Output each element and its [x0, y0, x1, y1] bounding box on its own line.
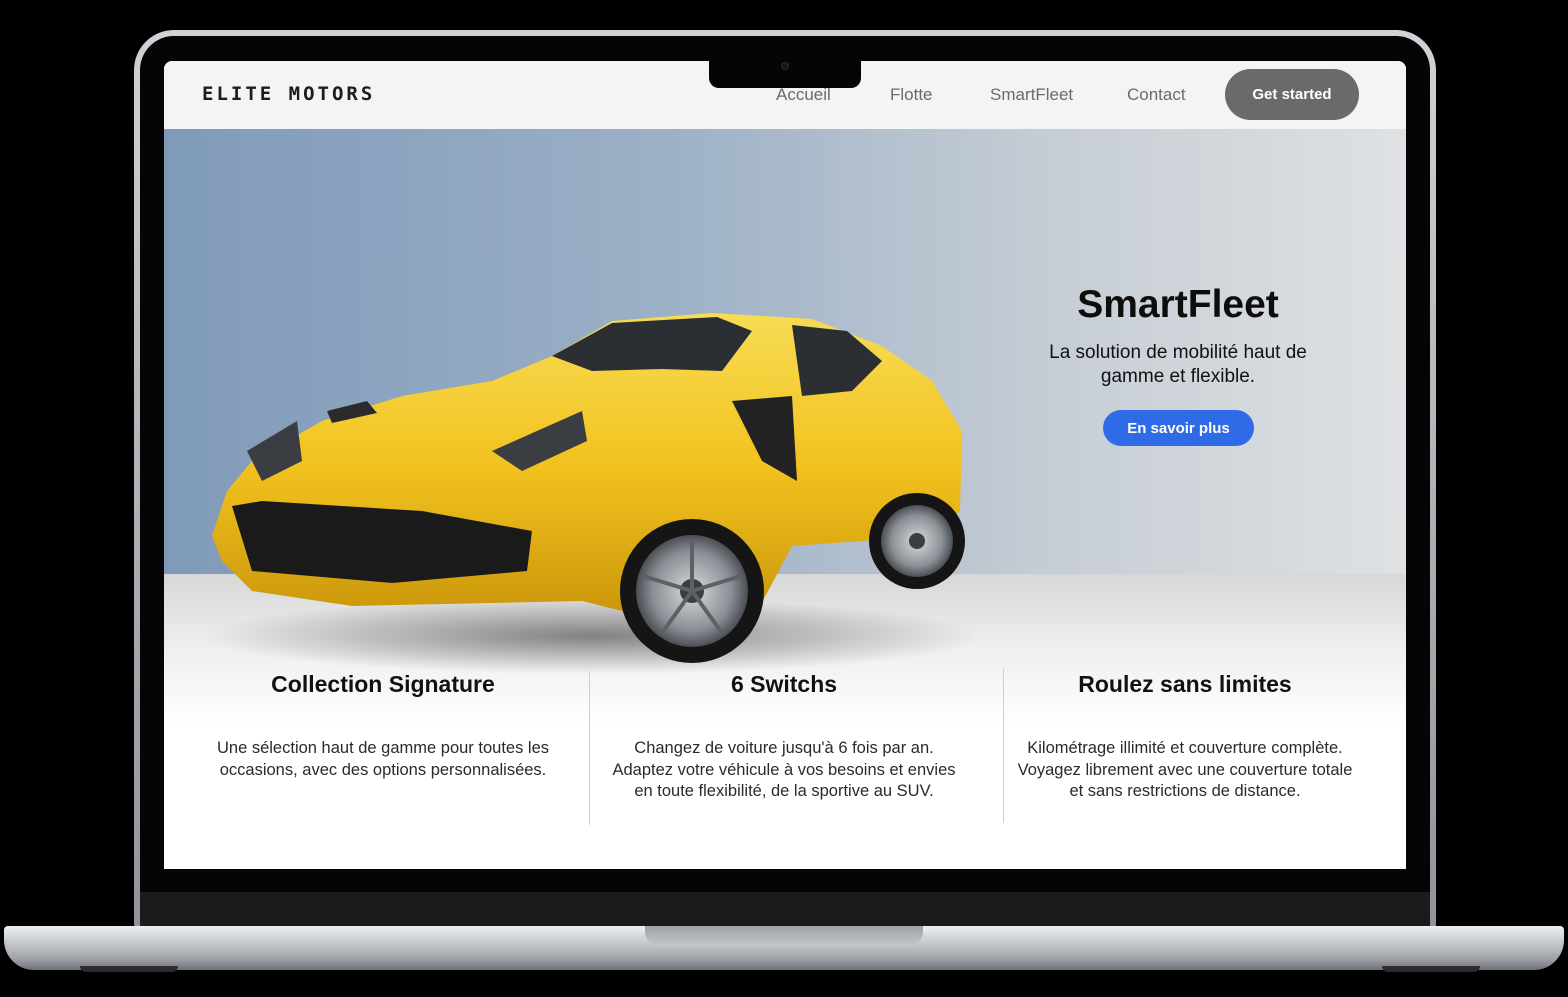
feature-title: Collection Signature: [271, 671, 495, 697]
laptop-foot-left: [80, 966, 178, 972]
nav-link-contact[interactable]: Contact: [1127, 85, 1186, 105]
hero-subtitle: La solution de mobilité haut de gamme et…: [1049, 342, 1307, 387]
camera-icon: [781, 62, 789, 70]
feature-divider: [589, 671, 590, 825]
hero-title: SmartFleet: [1077, 283, 1279, 326]
feature-title: 6 Switchs: [730, 671, 838, 697]
nav-link-flotte[interactable]: Flotte: [890, 85, 933, 105]
camera-notch: [709, 56, 861, 88]
feature-6-switchs: 6 Switchs Changez de voiture jusqu'à 6 f…: [604, 671, 964, 803]
website-screen: ELITE MOTORS Accueil Flotte SmartFleet C…: [164, 61, 1406, 869]
get-started-button[interactable]: Get started: [1225, 69, 1359, 120]
feature-divider: [1003, 669, 1004, 823]
nav-link-accueil[interactable]: Accueil: [776, 85, 831, 105]
feature-text: Changez de voiture jusqu'à 6 fois par an…: [612, 739, 956, 800]
feature-text: Une sélection haut de gamme pour toutes …: [216, 739, 550, 779]
nav-link-smartfleet[interactable]: SmartFleet: [990, 85, 1073, 105]
laptop-chin: [140, 892, 1430, 926]
feature-roulez-sans-limites: Roulez sans limites Kilométrage illimité…: [1016, 671, 1354, 803]
sports-car-image: [202, 313, 972, 674]
learn-more-button[interactable]: En savoir plus: [1103, 410, 1254, 446]
feature-text: Kilométrage illimité et couverture compl…: [1017, 739, 1353, 800]
brand-logo[interactable]: ELITE MOTORS: [202, 83, 375, 105]
feature-collection-signature: Collection Signature Une sélection haut …: [192, 671, 574, 781]
laptop-foot-right: [1382, 966, 1480, 972]
laptop-opening-notch: [645, 926, 923, 946]
feature-title: Roulez sans limites: [1078, 671, 1292, 697]
